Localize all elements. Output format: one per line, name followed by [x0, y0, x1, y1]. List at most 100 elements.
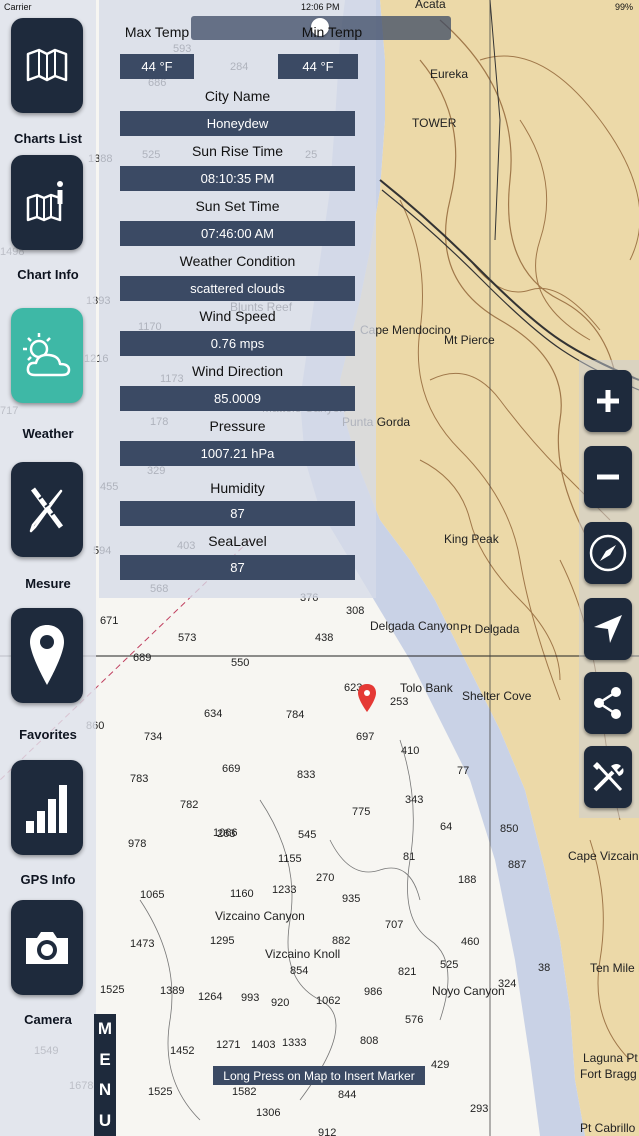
city-name-value: Honeydew — [120, 111, 355, 136]
pressure-value: 1007.21 hPa — [120, 441, 355, 466]
depth-sounding: 850 — [500, 823, 518, 835]
depth-sounding: 1525 — [100, 984, 124, 996]
zoom-out-button[interactable] — [584, 446, 632, 508]
depth-sounding: 783 — [130, 773, 148, 785]
depth-sounding: 707 — [385, 919, 403, 931]
min-temp-label: Min Temp — [301, 24, 363, 40]
depth-sounding: 1233 — [272, 884, 296, 896]
sidebar-item-label: GPS Info — [20, 872, 76, 887]
map-info-icon — [26, 180, 63, 221]
depth-sounding: 1062 — [316, 995, 340, 1007]
sealevel-value: 87 — [120, 555, 355, 580]
settings-button[interactable] — [584, 746, 632, 808]
depth-sounding: 293 — [470, 1103, 488, 1115]
depth-sounding: 525 — [440, 959, 458, 971]
compass-button[interactable] — [584, 522, 632, 584]
condition-value: scattered clouds — [120, 276, 355, 301]
depth-sounding: 669 — [222, 763, 240, 775]
depth-sounding: 1333 — [282, 1037, 306, 1049]
depth-sounding: 410 — [401, 745, 419, 757]
depth-sounding: 993 — [241, 992, 259, 1004]
camera-button[interactable] — [11, 900, 83, 995]
depth-sounding: 324 — [498, 978, 516, 990]
depth-sounding: 1264 — [198, 991, 222, 1003]
depth-sounding: 64 — [440, 821, 452, 833]
depth-sounding: 77 — [457, 765, 469, 777]
zoom-in-button[interactable] — [584, 370, 632, 432]
depth-sounding: 308 — [346, 605, 364, 617]
depth-sounding: 38 — [538, 962, 550, 974]
depth-sounding: 1582 — [232, 1086, 256, 1098]
map-toolbar — [579, 360, 639, 818]
depth-sounding: 270 — [316, 872, 334, 884]
depth-sounding: 978 — [128, 838, 146, 850]
depth-sounding: 671 — [100, 615, 118, 627]
depth-sounding: 573 — [178, 632, 196, 644]
charts-list-button[interactable] — [11, 18, 83, 113]
depth-sounding: 1295 — [210, 935, 234, 947]
map-place-label: Vizcaino Knoll — [265, 947, 340, 961]
camera-icon — [26, 931, 68, 964]
depth-sounding: 550 — [231, 657, 249, 669]
sunset-label: Sun Set Time — [195, 198, 280, 214]
pressure-label: Pressure — [209, 418, 266, 434]
depth-sounding: 697 — [356, 731, 374, 743]
menu-toggle-button[interactable]: MENU — [94, 1014, 116, 1136]
depth-sounding: 821 — [398, 966, 416, 978]
chart-info-button[interactable] — [11, 155, 83, 250]
wind-speed-value: 0.76 mps — [120, 331, 355, 356]
depth-sounding: 935 — [342, 893, 360, 905]
map-pin-icon[interactable] — [358, 684, 376, 714]
map-place-label: Fort Bragg — [580, 1067, 637, 1081]
min-temp-value: 44 °F — [278, 54, 358, 79]
minus-icon — [597, 474, 619, 480]
navigation-arrow-icon — [594, 615, 622, 643]
depth-sounding: 460 — [461, 936, 479, 948]
measure-button[interactable] — [11, 462, 83, 557]
wind-direction-value: 85.0009 — [120, 386, 355, 411]
depth-sounding: 734 — [144, 731, 162, 743]
ruler-pencil-icon — [29, 487, 64, 532]
depth-sounding: 689 — [133, 652, 151, 664]
depth-sounding: 1525 — [148, 1086, 172, 1098]
depth-sounding: 912 — [318, 1127, 336, 1136]
navigate-button[interactable] — [584, 598, 632, 660]
share-button[interactable] — [584, 672, 632, 734]
depth-sounding: 844 — [338, 1089, 356, 1101]
sunset-value: 07:46:00 AM — [120, 221, 355, 246]
map-place-label: Tolo Bank — [400, 681, 454, 695]
location-pin-icon — [30, 624, 64, 685]
sidebar-item-label: Chart Info — [17, 267, 79, 282]
humidity-value: 87 — [120, 501, 355, 526]
depth-sounding: 545 — [298, 829, 316, 841]
sidebar-item-label: Charts List — [14, 131, 82, 146]
sidebar-item-label: Camera — [24, 1012, 72, 1027]
gps-info-button[interactable] — [11, 760, 83, 855]
weather-button[interactable] — [11, 308, 83, 403]
folded-map-icon — [26, 48, 68, 81]
sidebar-item-label: Favorites — [19, 727, 77, 742]
map-place-label: Pt Cabrillo — [580, 1121, 636, 1135]
menu-letter: N — [98, 1080, 112, 1100]
depth-sounding: 887 — [508, 859, 526, 871]
plus-icon — [597, 390, 619, 412]
condition-label: Weather Condition — [179, 253, 296, 269]
signal-bars-icon — [26, 784, 67, 833]
menu-letter: E — [99, 1049, 111, 1069]
depth-sounding: 782 — [180, 799, 198, 811]
wind-direction-label: Wind Direction — [191, 363, 284, 379]
depth-sounding: 1403 — [251, 1039, 275, 1051]
sun-cloud-icon — [23, 332, 71, 376]
depth-sounding: 429 — [431, 1059, 449, 1071]
map-place-label: Shelter Cove — [462, 689, 532, 703]
depth-sounding: 1473 — [130, 938, 154, 950]
tools-icon — [593, 762, 624, 792]
map-place-label: Cape Vizcaino — [568, 849, 639, 863]
left-sidebar: Charts List Chart Info Weather Mesure Fa… — [0, 0, 96, 1136]
compass-icon — [589, 534, 627, 572]
depth-sounding: 1066 — [213, 827, 237, 839]
favorites-button[interactable] — [11, 608, 83, 703]
menu-letter: M — [97, 1019, 113, 1039]
depth-sounding: 920 — [271, 997, 289, 1009]
depth-sounding: 634 — [204, 708, 222, 720]
